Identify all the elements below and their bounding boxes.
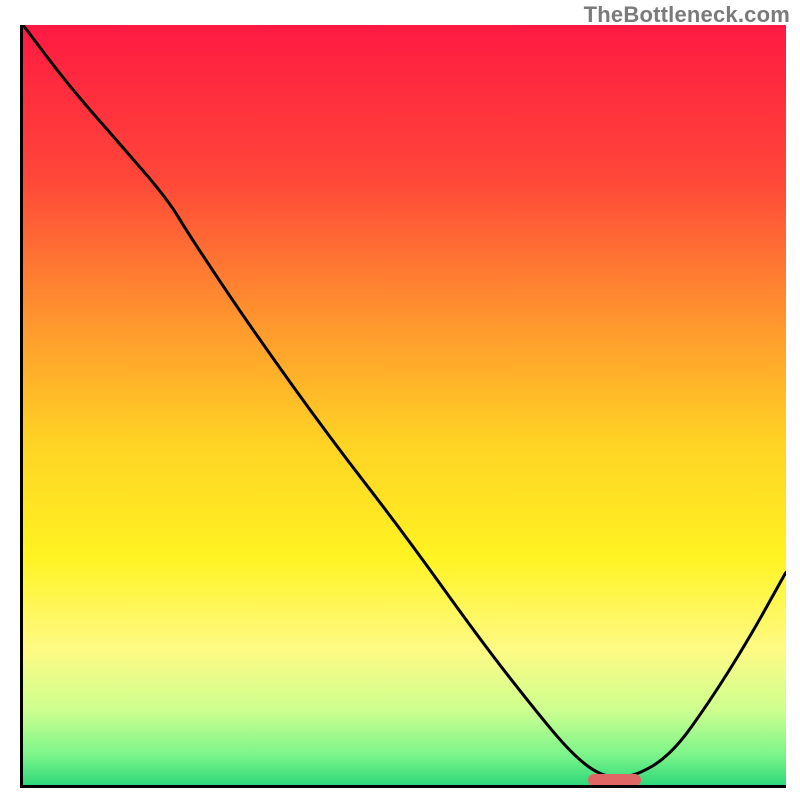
- plot-area: [20, 25, 786, 788]
- optimal-range-marker: [588, 774, 641, 786]
- chart-container: TheBottleneck.com: [0, 0, 800, 800]
- bottleneck-curve: [23, 25, 786, 785]
